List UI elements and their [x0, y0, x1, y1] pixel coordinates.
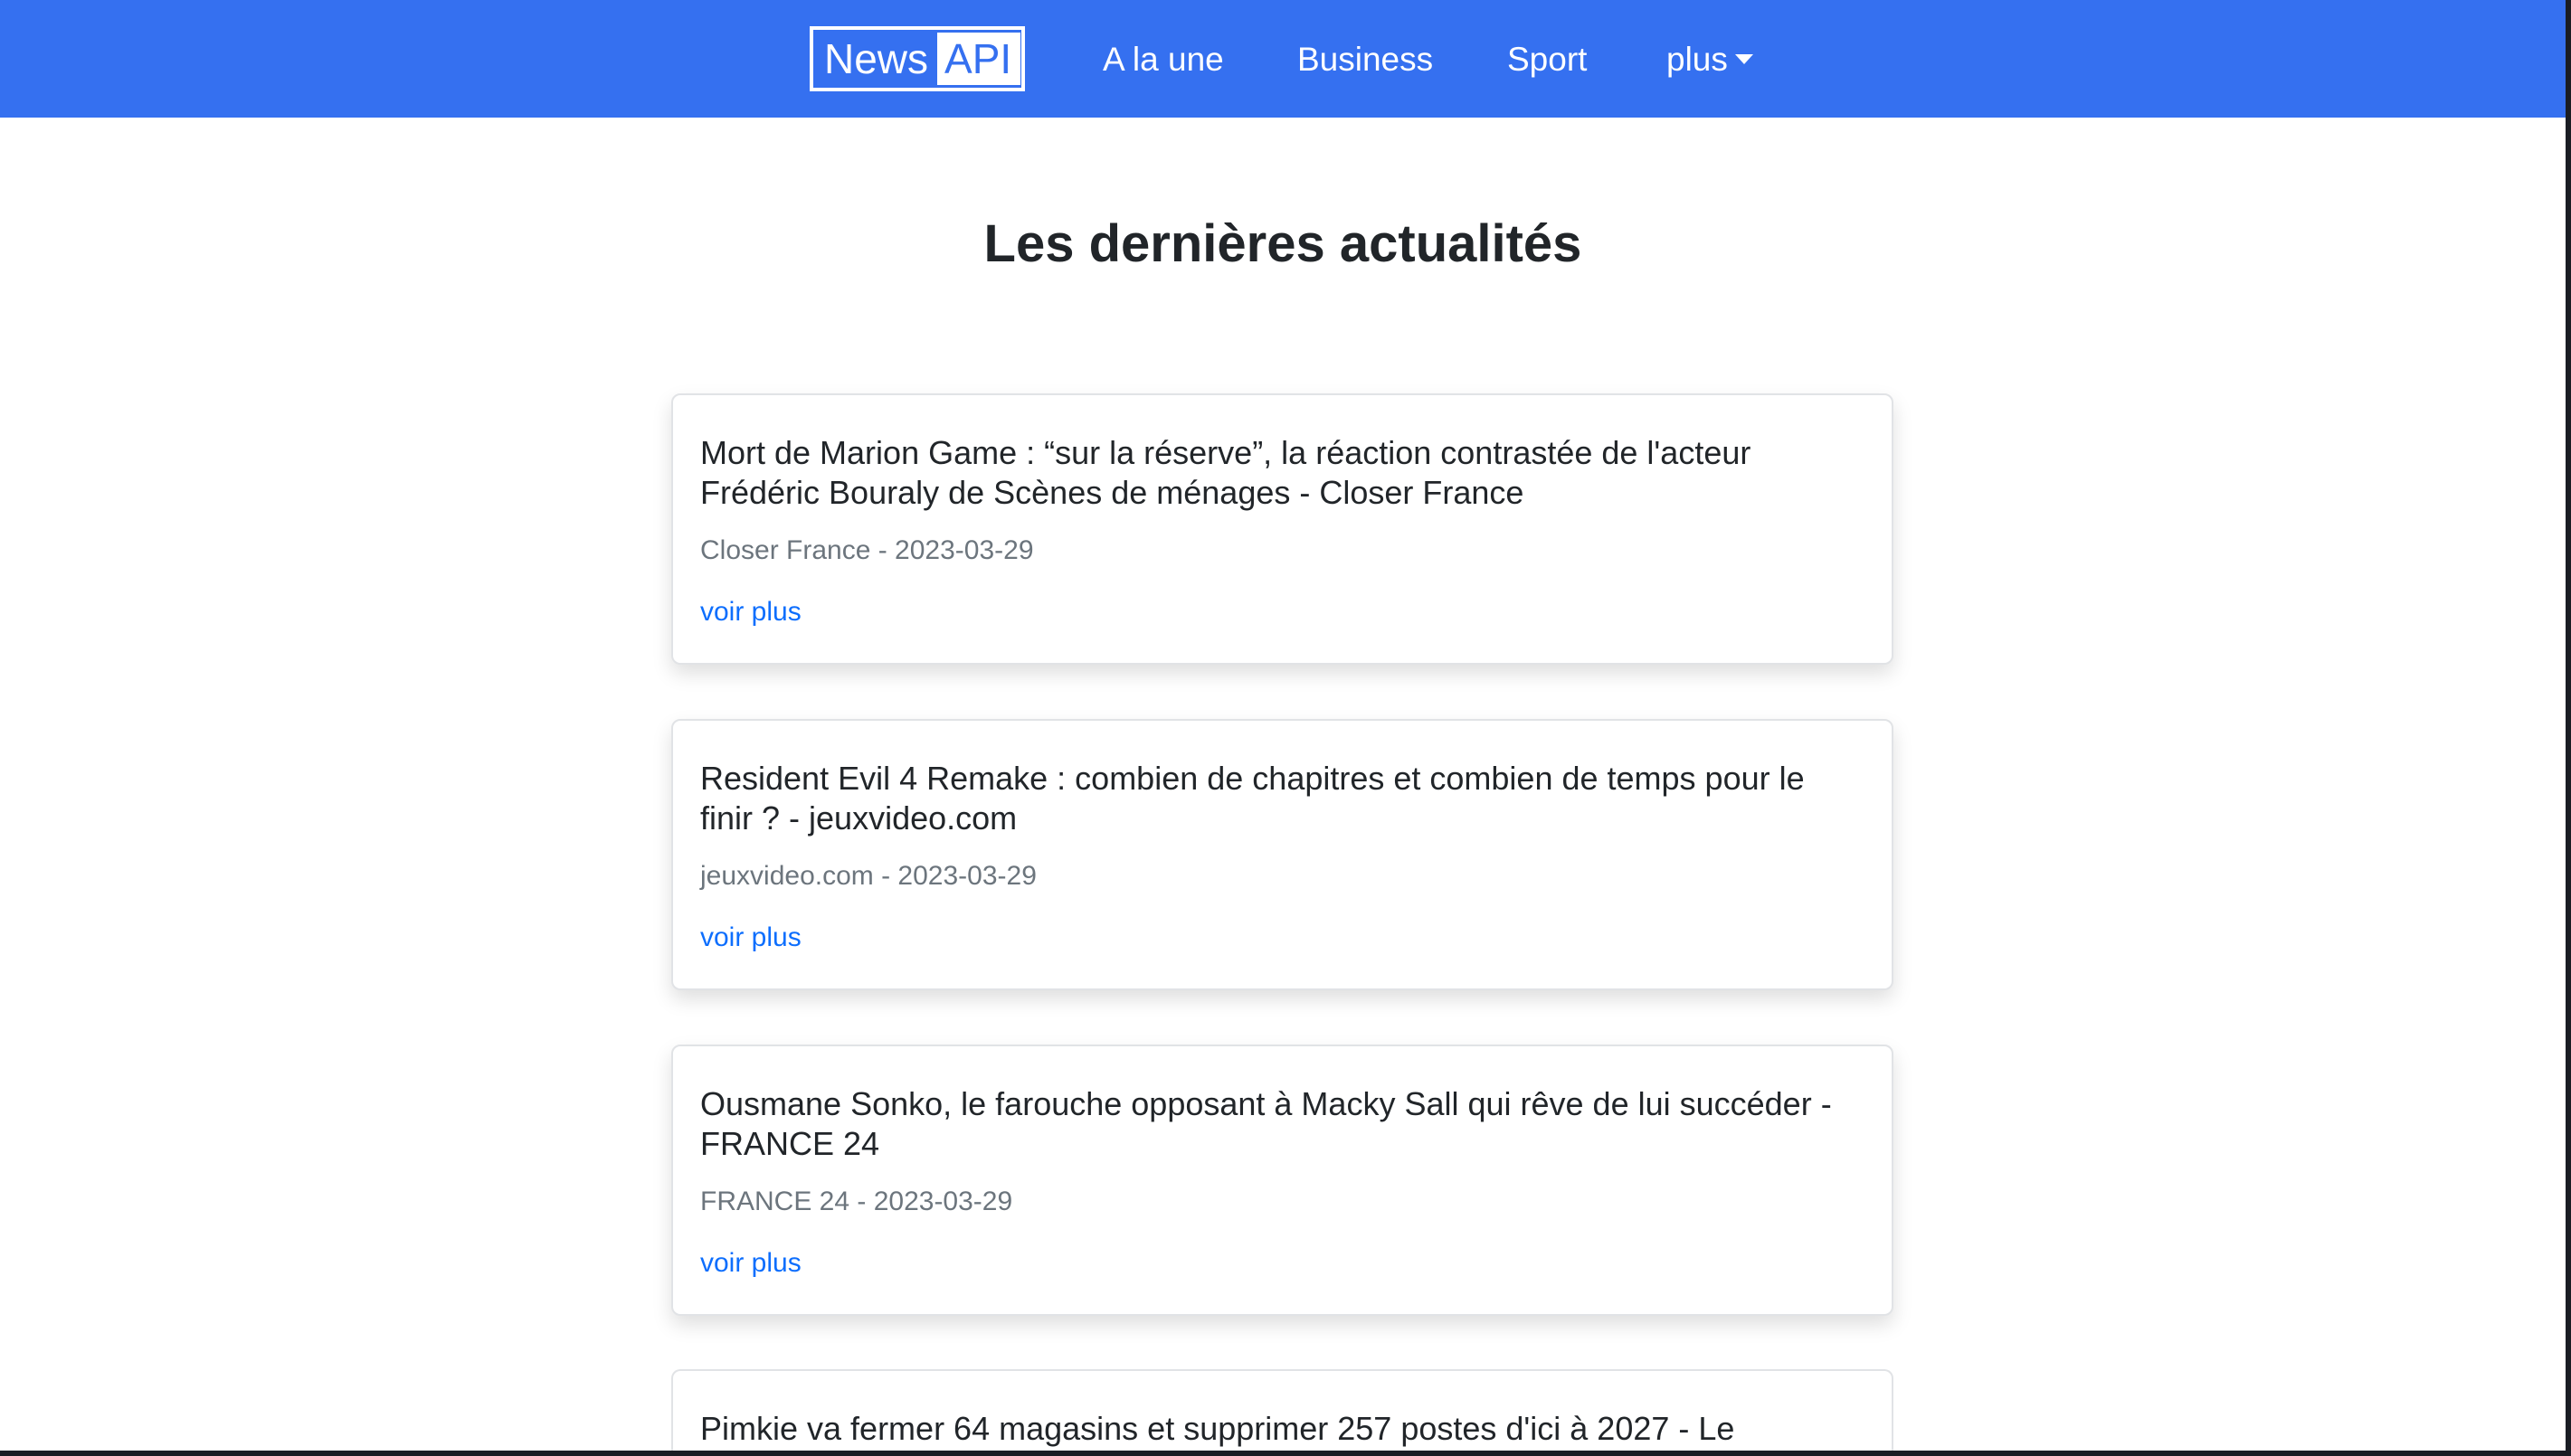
article-card: Ousmane Sonko, le farouche opposant à Ma… — [671, 1045, 1893, 1316]
article-meta: jeuxvideo.com - 2023-03-29 — [700, 861, 1037, 891]
nav-link-a-la-une[interactable]: A la une — [1103, 38, 1224, 81]
brand-logo-news: News — [824, 35, 929, 82]
window-edge-right — [2566, 0, 2571, 1456]
nav-link-business[interactable]: Business — [1297, 38, 1433, 81]
voir-plus-link[interactable]: voir plus — [700, 920, 802, 956]
article-title: Mort de Marion Game : “sur la réserve”, … — [700, 434, 1751, 511]
brand-logo[interactable]: News API — [810, 26, 1025, 91]
article-title: Resident Evil 4 Remake : combien de chap… — [700, 760, 1805, 837]
caret-down-icon — [1734, 54, 1753, 64]
article-title: Pimkie va fermer 64 magasins et supprime… — [700, 1410, 1735, 1447]
page-title: Les dernières actualités — [983, 214, 1582, 273]
nav-dropdown-plus[interactable]: plus — [1666, 38, 1753, 81]
window-edge-bottom — [0, 1451, 2571, 1456]
article-meta: Closer France - 2023-03-29 — [700, 535, 1034, 565]
voir-plus-link[interactable]: voir plus — [700, 1245, 802, 1281]
article-card: Resident Evil 4 Remake : combien de chap… — [671, 719, 1893, 990]
brand-logo-api: API — [937, 33, 1021, 85]
nav-dropdown-plus-label: plus — [1666, 41, 1728, 78]
article-meta: FRANCE 24 - 2023-03-29 — [700, 1187, 1013, 1216]
article-card: Mort de Marion Game : “sur la réserve”, … — [671, 393, 1893, 665]
article-card: Pimkie va fermer 64 magasins et supprime… — [671, 1369, 1893, 1451]
voir-plus-link[interactable]: voir plus — [700, 594, 802, 630]
top-navbar: News API A la une Business Sport plus — [0, 0, 2571, 118]
article-title: Ousmane Sonko, le farouche opposant à Ma… — [700, 1085, 1832, 1162]
nav-link-sport[interactable]: Sport — [1507, 38, 1587, 81]
